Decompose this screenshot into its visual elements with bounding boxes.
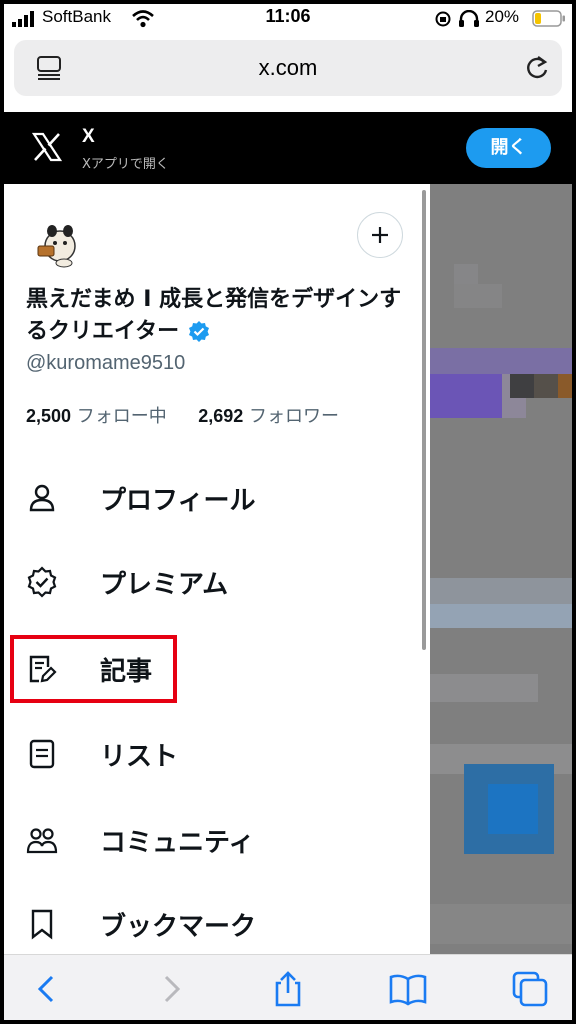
status-bar: SoftBank 11:06 20% xyxy=(4,4,572,32)
menu-item-lists[interactable]: リスト xyxy=(4,724,430,784)
menu-item-premium[interactable]: プレミアム xyxy=(4,552,430,612)
verified-badge-icon xyxy=(188,321,209,342)
avatar[interactable] xyxy=(28,216,84,272)
verified-badge-icon xyxy=(27,566,57,598)
plus-icon xyxy=(372,227,388,243)
menu-item-label: リスト xyxy=(100,742,179,772)
list-icon xyxy=(29,739,55,769)
banner-app-name: X xyxy=(82,126,95,147)
followers-count: 2,692 xyxy=(198,406,244,426)
tabs-icon[interactable] xyxy=(510,969,550,1009)
share-icon[interactable] xyxy=(268,969,308,1009)
back-icon[interactable] xyxy=(28,969,68,1009)
blurred-timeline xyxy=(430,184,572,964)
battery-percent: 20% xyxy=(485,7,520,26)
profile-handle: @kuromame9510 xyxy=(26,352,186,374)
browser-toolbar xyxy=(4,954,572,1020)
person-icon xyxy=(29,484,55,512)
followers-label: フォロワー xyxy=(249,406,340,427)
battery-icon xyxy=(532,10,565,27)
orientation-lock-icon xyxy=(435,11,451,27)
x-logo-icon xyxy=(32,132,62,162)
following-count: 2,500 xyxy=(26,406,72,426)
forward-icon[interactable] xyxy=(150,969,190,1009)
side-drawer: 黒えだまめ I 成長と発信をデザインするクリエイター @kuromame9510… xyxy=(4,184,430,964)
reload-icon[interactable] xyxy=(524,54,550,82)
following-label: フォロー中 xyxy=(76,406,167,427)
followers-link[interactable]: 2,692 フォロワー xyxy=(198,406,339,427)
phone-screen: SoftBank 11:06 20% x.com X Xアプリで開く 開く 黒え… xyxy=(4,4,572,1020)
address-bar[interactable]: x.com xyxy=(14,40,562,96)
community-icon xyxy=(26,828,58,854)
menu-item-label: プロフィール xyxy=(100,486,256,516)
bookmark-icon xyxy=(31,909,53,940)
banner-subtitle: Xアプリで開く xyxy=(82,157,169,172)
following-link[interactable]: 2,500 フォロー中 xyxy=(26,406,167,427)
menu-item-label: プレミアム xyxy=(100,570,229,600)
open-app-button[interactable]: 開く xyxy=(466,128,551,168)
menu-item-label: コミュニティ xyxy=(100,828,255,858)
add-account-button[interactable] xyxy=(357,212,403,258)
profile-display-name-row[interactable]: 黒えだまめ I 成長と発信をデザインするクリエイター xyxy=(26,284,406,348)
url-text[interactable]: x.com xyxy=(14,55,562,81)
menu-item-label: ブックマーク xyxy=(100,912,257,942)
follow-stats: 2,500 フォロー中 2,692 フォロワー xyxy=(26,402,339,428)
highlight-box xyxy=(10,635,177,703)
menu-item-communities[interactable]: コミュニティ xyxy=(4,810,430,870)
headphones-icon xyxy=(459,10,479,27)
profile-display-name[interactable]: 黒えだまめ I 成長と発信をデザインするクリエイター xyxy=(26,287,401,344)
app-banner: X Xアプリで開く 開く xyxy=(4,112,572,184)
menu-item-profile[interactable]: プロフィール xyxy=(4,468,430,528)
bookmarks-book-icon[interactable] xyxy=(388,969,428,1009)
menu-item-bookmarks[interactable]: ブックマーク xyxy=(4,894,430,954)
